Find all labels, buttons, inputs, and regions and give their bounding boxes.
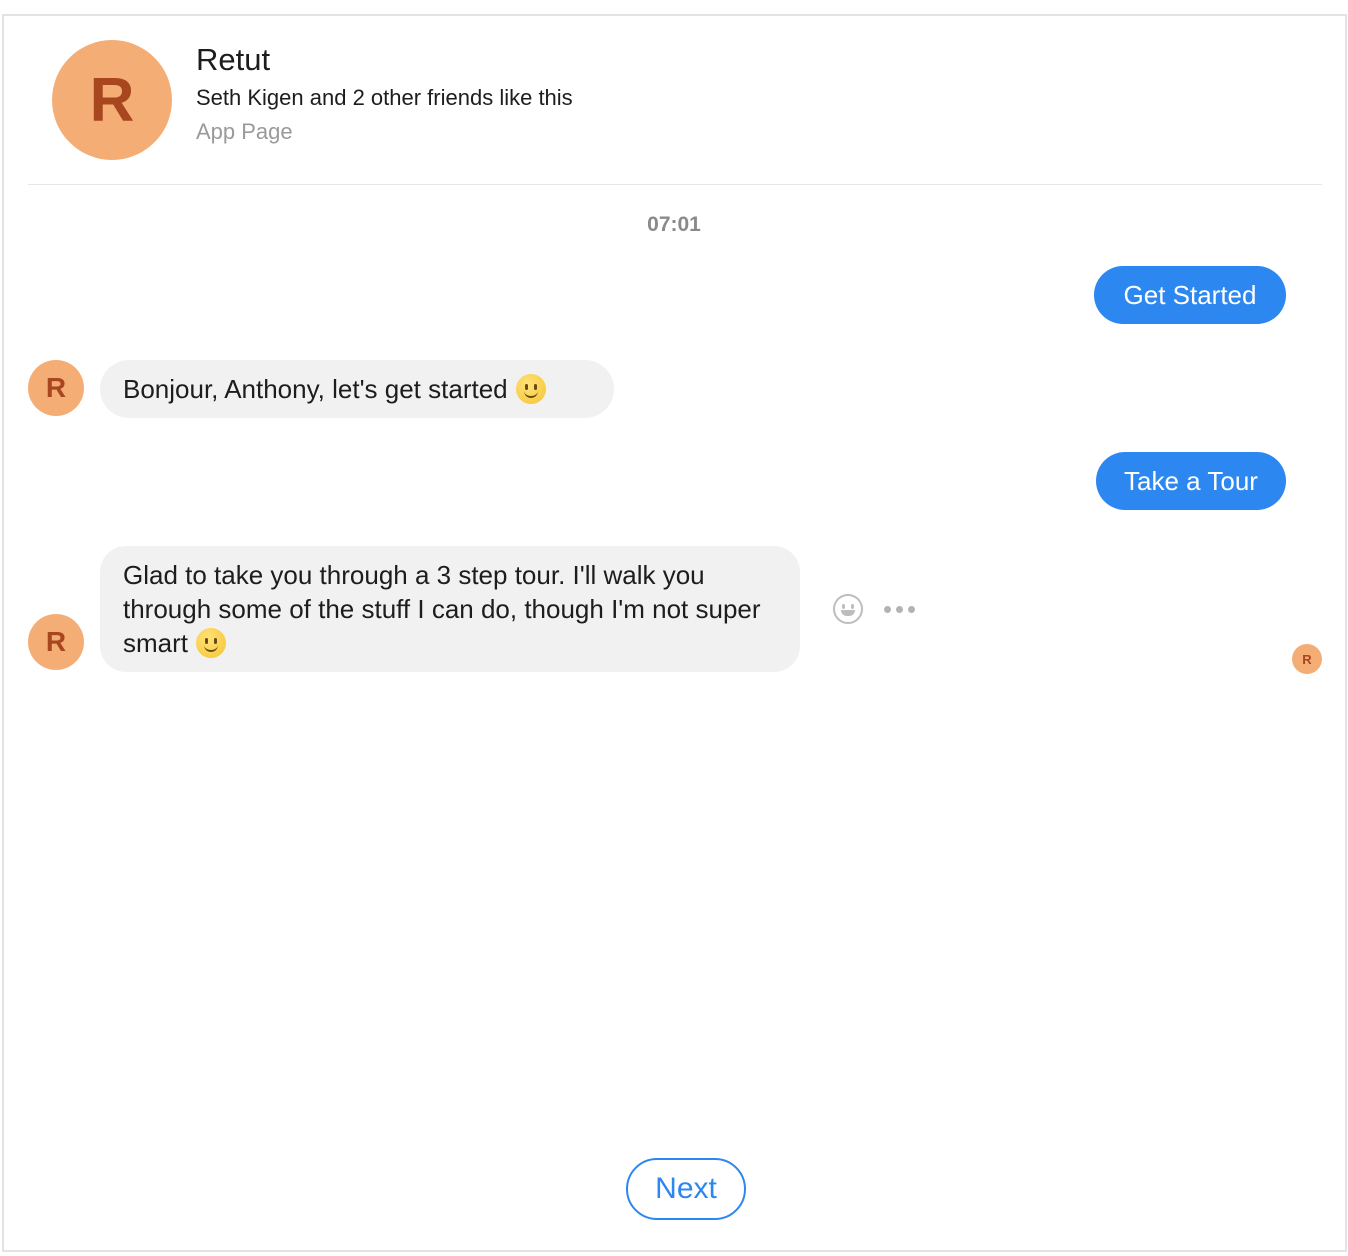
next-button-label: Next — [655, 1172, 717, 1205]
message-timestamp: 07:01 — [647, 213, 701, 236]
smile-emoji-icon — [196, 628, 226, 658]
page-avatar[interactable]: R — [52, 40, 172, 160]
sender-avatar-letter: R — [45, 372, 67, 403]
friends-like-text: Seth Kigen and 2 other friends like this — [196, 85, 573, 110]
incoming-message-bubble[interactable]: Bonjour, Anthony, let's get started — [100, 360, 614, 418]
smile-emoji-icon — [515, 374, 546, 404]
smiley-outline-icon[interactable] — [833, 594, 863, 624]
header-divider — [28, 184, 1322, 185]
outgoing-message-bubble[interactable]: Get Started — [1094, 266, 1286, 324]
sender-avatar-letter: R — [45, 626, 67, 657]
seen-avatar: R — [1292, 644, 1322, 674]
page-title[interactable]: Retut — [196, 42, 270, 78]
message-text: Get Started — [1123, 279, 1257, 310]
page-avatar-letter: R — [89, 65, 135, 135]
message-text: Take a Tour — [1124, 465, 1258, 496]
message-text: Bonjour, Anthony, let's get started — [123, 373, 508, 404]
outgoing-message-bubble[interactable]: Take a Tour — [1096, 452, 1286, 510]
sender-avatar[interactable]: R — [28, 360, 84, 416]
ellipsis-icon[interactable] — [884, 606, 918, 614]
sender-avatar[interactable]: R — [28, 614, 84, 670]
incoming-message-bubble[interactable]: Glad to take you through a 3 step tour. … — [100, 546, 800, 672]
page-category: App Page — [196, 119, 293, 144]
next-button[interactable]: Next — [626, 1158, 746, 1220]
seen-avatar-letter: R — [1302, 651, 1312, 667]
